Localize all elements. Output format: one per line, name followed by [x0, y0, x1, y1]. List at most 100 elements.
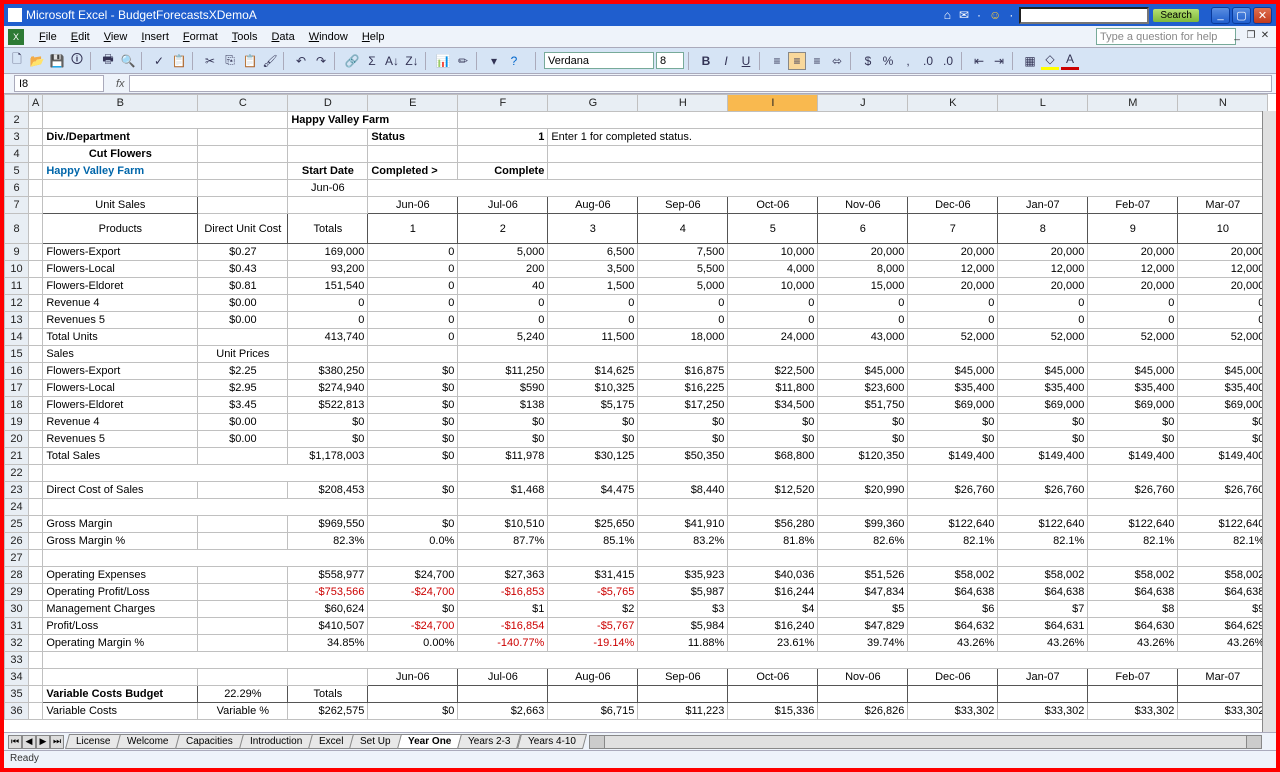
- cell[interactable]: $64,630: [1088, 618, 1178, 635]
- help-icon[interactable]: ?: [505, 52, 523, 70]
- cell[interactable]: Sep-06: [638, 197, 728, 214]
- worksheet-grid[interactable]: ABCDEFGHIJKLMN2Happy Valley Farm3Div./De…: [4, 94, 1276, 732]
- sheet-tab-set-up[interactable]: Set Up: [349, 734, 402, 749]
- cell[interactable]: Variable %: [198, 703, 288, 720]
- cell[interactable]: [998, 550, 1088, 567]
- cell[interactable]: [29, 686, 43, 703]
- cell[interactable]: Feb-07: [1088, 197, 1178, 214]
- cell[interactable]: $590: [458, 380, 548, 397]
- cell[interactable]: Products: [43, 214, 198, 244]
- cell[interactable]: [368, 146, 458, 163]
- help-search-input[interactable]: Type a question for help: [1096, 28, 1236, 45]
- copy-icon[interactable]: ⎘: [221, 52, 239, 70]
- cell[interactable]: [548, 550, 638, 567]
- cell[interactable]: $34,500: [728, 397, 818, 414]
- cell[interactable]: $20,990: [818, 482, 908, 499]
- cell[interactable]: [818, 465, 908, 482]
- cell[interactable]: $0: [1088, 431, 1178, 448]
- cell[interactable]: Revenue 4: [43, 414, 198, 431]
- cell[interactable]: 0: [458, 312, 548, 329]
- cell[interactable]: 39.74%: [818, 635, 908, 652]
- cell[interactable]: [29, 197, 43, 214]
- cell[interactable]: $0: [638, 431, 728, 448]
- cell[interactable]: [29, 414, 43, 431]
- cell[interactable]: $26,760: [998, 482, 1088, 499]
- cell[interactable]: 10,000: [728, 244, 818, 261]
- cell[interactable]: 0: [288, 295, 368, 312]
- cell[interactable]: [43, 499, 368, 516]
- cell[interactable]: $149,400: [908, 448, 998, 465]
- cell[interactable]: [29, 448, 43, 465]
- cell[interactable]: $0.43: [198, 261, 288, 278]
- cell[interactable]: [29, 163, 43, 180]
- row-header[interactable]: 4: [5, 146, 29, 163]
- cell[interactable]: 82.3%: [288, 533, 368, 550]
- cell[interactable]: 1,500: [548, 278, 638, 295]
- cell[interactable]: $410,507: [288, 618, 368, 635]
- cell[interactable]: [29, 146, 43, 163]
- spellcheck-icon[interactable]: ✓: [150, 52, 168, 70]
- col-header[interactable]: M: [1088, 95, 1178, 112]
- row-header[interactable]: 21: [5, 448, 29, 465]
- cell[interactable]: 82.1%: [908, 533, 998, 550]
- cell[interactable]: $0.81: [198, 278, 288, 295]
- cell[interactable]: Dec-06: [908, 669, 998, 686]
- cell[interactable]: $64,629: [1178, 618, 1268, 635]
- cell[interactable]: Feb-07: [1088, 669, 1178, 686]
- cell[interactable]: [288, 669, 368, 686]
- cell[interactable]: Flowers-Eldoret: [43, 397, 198, 414]
- cell[interactable]: 7: [908, 214, 998, 244]
- row-header[interactable]: 9: [5, 244, 29, 261]
- cell[interactable]: 93,200: [288, 261, 368, 278]
- cell[interactable]: 12,000: [908, 261, 998, 278]
- cut-icon[interactable]: ✂: [201, 52, 219, 70]
- sheet-tab-welcome[interactable]: Welcome: [116, 734, 180, 749]
- cell[interactable]: $149,400: [1088, 448, 1178, 465]
- cell[interactable]: [29, 380, 43, 397]
- col-header[interactable]: [5, 95, 29, 112]
- cell[interactable]: [29, 329, 43, 346]
- cell[interactable]: $10,510: [458, 516, 548, 533]
- cell[interactable]: 0: [1178, 312, 1268, 329]
- cell[interactable]: $58,002: [1178, 567, 1268, 584]
- cell[interactable]: [29, 567, 43, 584]
- cell[interactable]: Gross Margin: [43, 516, 198, 533]
- row-header[interactable]: 3: [5, 129, 29, 146]
- cell[interactable]: 20,000: [1088, 244, 1178, 261]
- cell[interactable]: 6: [818, 214, 908, 244]
- row-header[interactable]: 32: [5, 635, 29, 652]
- cell[interactable]: [43, 180, 198, 197]
- cell[interactable]: $69,000: [1178, 397, 1268, 414]
- cell[interactable]: 0: [548, 312, 638, 329]
- col-header[interactable]: D: [288, 95, 368, 112]
- cell[interactable]: 5,000: [638, 278, 728, 295]
- row-header[interactable]: 5: [5, 163, 29, 180]
- cell[interactable]: 82.1%: [1088, 533, 1178, 550]
- cell[interactable]: Sales: [43, 346, 198, 363]
- cell[interactable]: [818, 346, 908, 363]
- cell[interactable]: $16,875: [638, 363, 728, 380]
- menu-help[interactable]: Help: [355, 28, 392, 46]
- cell[interactable]: $2.25: [198, 363, 288, 380]
- cell[interactable]: $0: [1178, 431, 1268, 448]
- cell[interactable]: $122,640: [1088, 516, 1178, 533]
- cell[interactable]: $26,760: [1178, 482, 1268, 499]
- cell[interactable]: -140.77%: [458, 635, 548, 652]
- cell[interactable]: $33,302: [998, 703, 1088, 720]
- cell[interactable]: 43.26%: [1178, 635, 1268, 652]
- cell[interactable]: [458, 112, 1268, 129]
- font-color-icon[interactable]: A: [1061, 52, 1079, 70]
- cell[interactable]: $1,178,003: [288, 448, 368, 465]
- cell[interactable]: [198, 129, 288, 146]
- cell[interactable]: [198, 329, 288, 346]
- cell[interactable]: $2: [548, 601, 638, 618]
- name-box[interactable]: I8: [14, 75, 104, 92]
- cell[interactable]: [29, 112, 43, 129]
- cell[interactable]: Total Units: [43, 329, 198, 346]
- cell[interactable]: [29, 346, 43, 363]
- cell[interactable]: $149,400: [1178, 448, 1268, 465]
- cell[interactable]: $51,750: [818, 397, 908, 414]
- cell[interactable]: $208,453: [288, 482, 368, 499]
- cell[interactable]: $16,225: [638, 380, 728, 397]
- cell[interactable]: $26,826: [818, 703, 908, 720]
